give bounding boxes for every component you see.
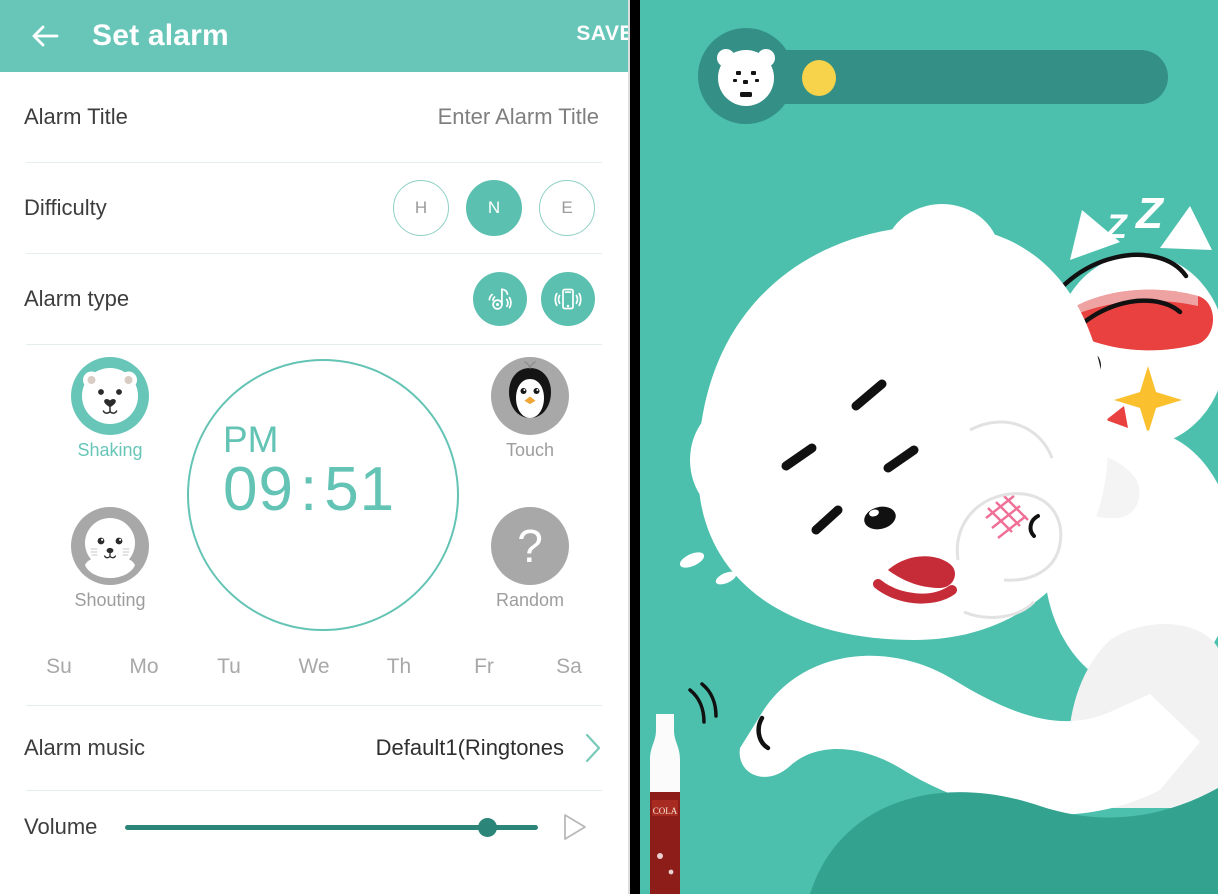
phone-bezel-divider: [628, 0, 640, 894]
svg-text:Z: Z: [1134, 189, 1165, 238]
app-bar: Set alarm SAVE: [0, 0, 628, 72]
time-display: PM 09:51: [223, 419, 433, 522]
difficulty-row: Difficulty H N E: [0, 163, 628, 253]
time-picker-dial[interactable]: PM 09:51: [187, 359, 459, 631]
time-value: 09:51: [223, 457, 433, 522]
settings-list: Alarm Title Enter Alarm Title Difficulty…: [0, 72, 628, 863]
cola-bottle: COLA: [650, 714, 680, 894]
difficulty-option-normal[interactable]: N: [466, 180, 522, 236]
polar-bear-icon: [71, 357, 149, 439]
mission-progress-hud: [698, 28, 1168, 124]
difficulty-label: Difficulty: [24, 195, 107, 220]
difficulty-option-easy[interactable]: E: [539, 180, 595, 236]
alarm-music-row[interactable]: Alarm music Default1(Ringtones: [0, 706, 628, 790]
day-toggle-tu[interactable]: Tu: [204, 655, 254, 679]
mission-shaking-label: Shaking: [77, 440, 143, 460]
bear-face-icon: [712, 42, 780, 110]
alarm-type-options: [473, 272, 604, 326]
volume-slider-thumb[interactable]: [478, 818, 498, 837]
save-button[interactable]: SAVE: [576, 22, 628, 46]
mission-random-label: Random: [495, 590, 565, 610]
time-separator: :: [299, 455, 319, 525]
mission-touch[interactable]: Touch: [470, 357, 590, 461]
cola-bottle-label: COLA: [653, 806, 678, 816]
time-hour: 09: [223, 455, 294, 525]
difficulty-option-hard[interactable]: H: [393, 180, 449, 236]
phone-vibrate-icon[interactable]: [541, 272, 595, 326]
set-alarm-panel: Set alarm SAVE Alarm Title Enter Alarm T…: [0, 0, 628, 894]
repeat-days-row: Su Mo Tu We Th Fr Sa: [0, 649, 628, 679]
alarm-type-label: Alarm type: [24, 286, 130, 311]
day-toggle-su[interactable]: Su: [34, 655, 84, 679]
day-toggle-mo[interactable]: Mo: [119, 655, 169, 679]
svg-text:z: z: [1081, 224, 1095, 254]
volume-row: Volume: [0, 791, 628, 863]
alarm-type-row: Alarm type: [0, 254, 628, 344]
question-mark-icon: ?: [491, 507, 569, 589]
alarm-title-row[interactable]: Alarm Title Enter Alarm Title: [0, 72, 628, 162]
mission-and-clock-area: Shaking Shouting Touch Random PM 09:51: [0, 349, 628, 649]
sleeping-bear-illustration: z Z Z COLA: [640, 0, 1218, 894]
volume-label: Volume: [24, 814, 98, 839]
mission-shouting-label: Shouting: [74, 590, 146, 610]
time-ampm: PM: [223, 419, 279, 460]
volume-slider-track: [125, 825, 538, 830]
alarm-music-label: Alarm music: [24, 735, 146, 760]
difficulty-options: H N E: [393, 180, 604, 236]
alarm-title-label: Alarm Title: [24, 104, 128, 129]
day-toggle-th[interactable]: Th: [374, 655, 424, 679]
play-triangle-icon[interactable]: [554, 808, 592, 846]
mission-shouting[interactable]: Shouting: [50, 507, 170, 611]
day-toggle-we[interactable]: We: [289, 655, 339, 679]
day-toggle-fr[interactable]: Fr: [459, 655, 509, 679]
mission-random[interactable]: ? Random: [470, 507, 590, 611]
yellow-dot-icon: [802, 60, 836, 96]
alarm-title-input[interactable]: Enter Alarm Title: [438, 104, 604, 130]
penguin-icon: [491, 357, 569, 439]
back-arrow-icon[interactable]: [26, 17, 64, 55]
alarm-music-value: Default1(Ringtones: [375, 735, 564, 760]
volume-slider[interactable]: [125, 812, 538, 842]
divider: [26, 344, 602, 345]
time-minute: 51: [324, 455, 396, 525]
page-title: Set alarm: [92, 19, 229, 52]
chevron-right-icon[interactable]: [582, 731, 604, 765]
seal-icon: [71, 507, 149, 589]
day-toggle-sa[interactable]: Sa: [544, 655, 594, 679]
mission-shaking[interactable]: Shaking: [50, 357, 170, 461]
app-screenshot: Set alarm SAVE Alarm Title Enter Alarm T…: [0, 0, 1218, 894]
svg-text:Z: Z: [1105, 208, 1128, 246]
mission-touch-label: Touch: [505, 440, 555, 460]
alarm-illustration-panel: z Z Z COLA: [640, 0, 1218, 894]
music-note-sound-icon[interactable]: [473, 272, 527, 326]
